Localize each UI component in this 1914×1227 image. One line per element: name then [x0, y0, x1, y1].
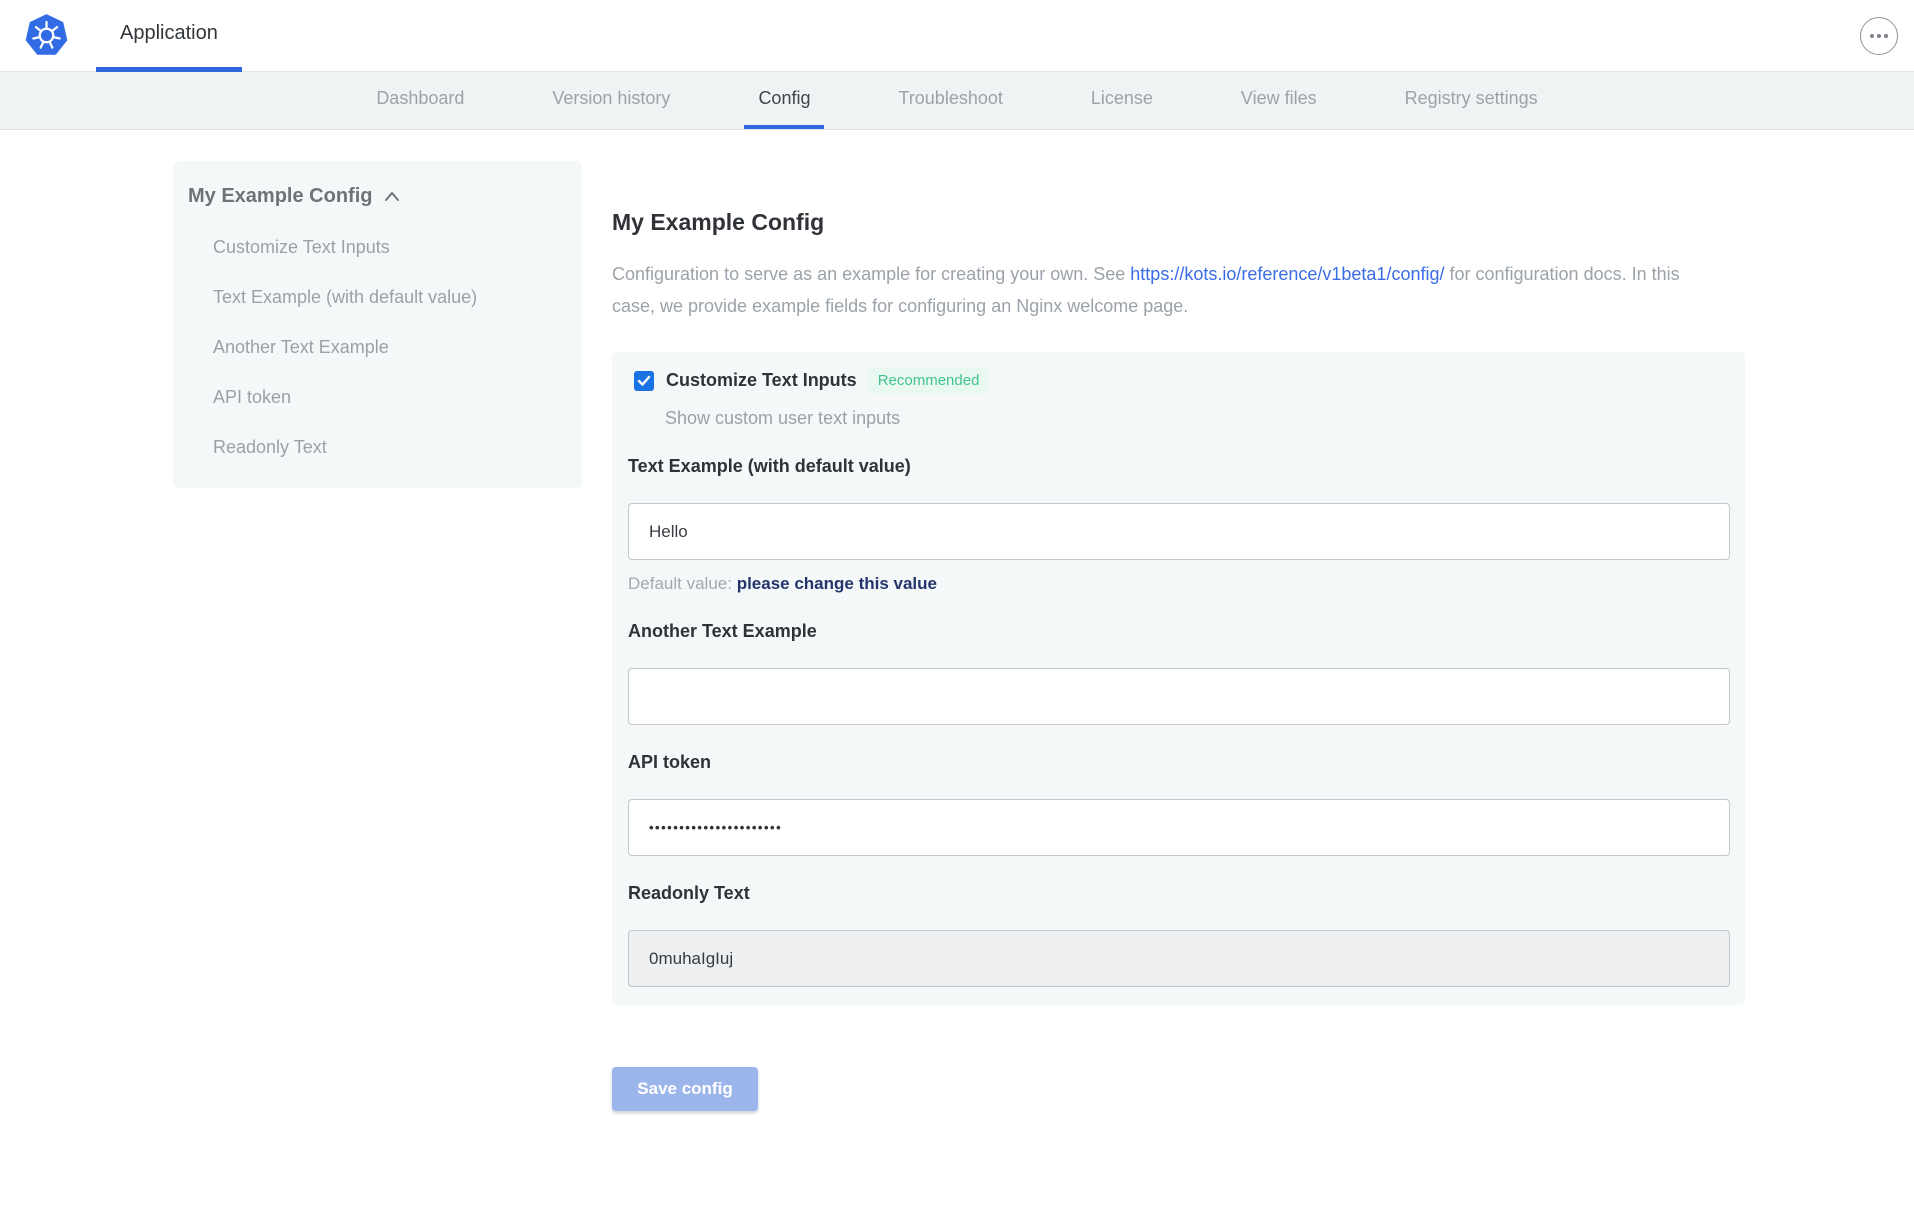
- text-example-input[interactable]: [628, 503, 1730, 560]
- sidebar-item-customize-text-inputs[interactable]: Customize Text Inputs: [213, 237, 566, 258]
- save-config-button[interactable]: Save config: [612, 1067, 758, 1111]
- tab-troubleshoot[interactable]: Troubleshoot: [884, 72, 1016, 129]
- tab-version-history[interactable]: Version history: [538, 72, 684, 129]
- readonly-text-label: Readonly Text: [628, 883, 1730, 904]
- another-text-example-input[interactable]: [628, 668, 1730, 725]
- content-area: My Example Config Customize Text Inputs …: [0, 130, 1914, 1111]
- ellipsis-menu-icon[interactable]: [1860, 17, 1898, 55]
- readonly-text-input: [628, 930, 1730, 987]
- tab-license[interactable]: License: [1077, 72, 1167, 129]
- default-value-prefix: Default value:: [628, 574, 737, 593]
- config-description: Configuration to serve as an example for…: [612, 258, 1692, 322]
- chevron-up-icon: [384, 191, 400, 202]
- sidebar-group-my-example-config[interactable]: My Example Config: [188, 185, 566, 208]
- description-text-before: Configuration to serve as an example for…: [612, 264, 1130, 284]
- sidebar-item-api-token[interactable]: API token: [213, 387, 566, 408]
- tab-view-files[interactable]: View files: [1227, 72, 1331, 129]
- text-example-label: Text Example (with default value): [628, 456, 1730, 477]
- checkmark-icon: [637, 375, 651, 387]
- kubernetes-logo-icon: [24, 13, 69, 58]
- sidebar-item-readonly-text[interactable]: Readonly Text: [213, 437, 566, 458]
- config-card: Customize Text Inputs Recommended Show c…: [612, 352, 1745, 1005]
- config-main: My Example Config Configuration to serve…: [612, 161, 1745, 1111]
- sidebar-item-another-text-example[interactable]: Another Text Example: [213, 337, 566, 358]
- page-title: My Example Config: [612, 209, 1745, 236]
- customize-text-inputs-checkbox[interactable]: [634, 371, 654, 391]
- customize-text-inputs-help: Show custom user text inputs: [628, 408, 1730, 429]
- tab-config[interactable]: Config: [744, 72, 824, 129]
- customize-text-inputs-row: Customize Text Inputs Recommended: [628, 367, 1730, 394]
- app-header: Application: [0, 0, 1914, 72]
- default-value-text: please change this value: [737, 574, 937, 593]
- api-token-input[interactable]: [628, 799, 1730, 856]
- config-sidebar: My Example Config Customize Text Inputs …: [173, 161, 582, 488]
- app-navbar: Dashboard Version history Config Trouble…: [0, 72, 1914, 130]
- api-token-label: API token: [628, 752, 1730, 773]
- another-text-example-label: Another Text Example: [628, 621, 1730, 642]
- tab-registry-settings[interactable]: Registry settings: [1391, 72, 1552, 129]
- tab-dashboard[interactable]: Dashboard: [362, 72, 478, 129]
- application-tab[interactable]: Application: [96, 0, 242, 72]
- sidebar-item-text-example[interactable]: Text Example (with default value): [213, 287, 566, 308]
- config-docs-link[interactable]: https://kots.io/reference/v1beta1/config…: [1130, 264, 1444, 284]
- sidebar-group-label: My Example Config: [188, 185, 372, 208]
- recommended-badge: Recommended: [869, 367, 989, 394]
- customize-text-inputs-label: Customize Text Inputs: [666, 370, 857, 391]
- text-example-default-value-note: Default value: please change this value: [628, 574, 1730, 594]
